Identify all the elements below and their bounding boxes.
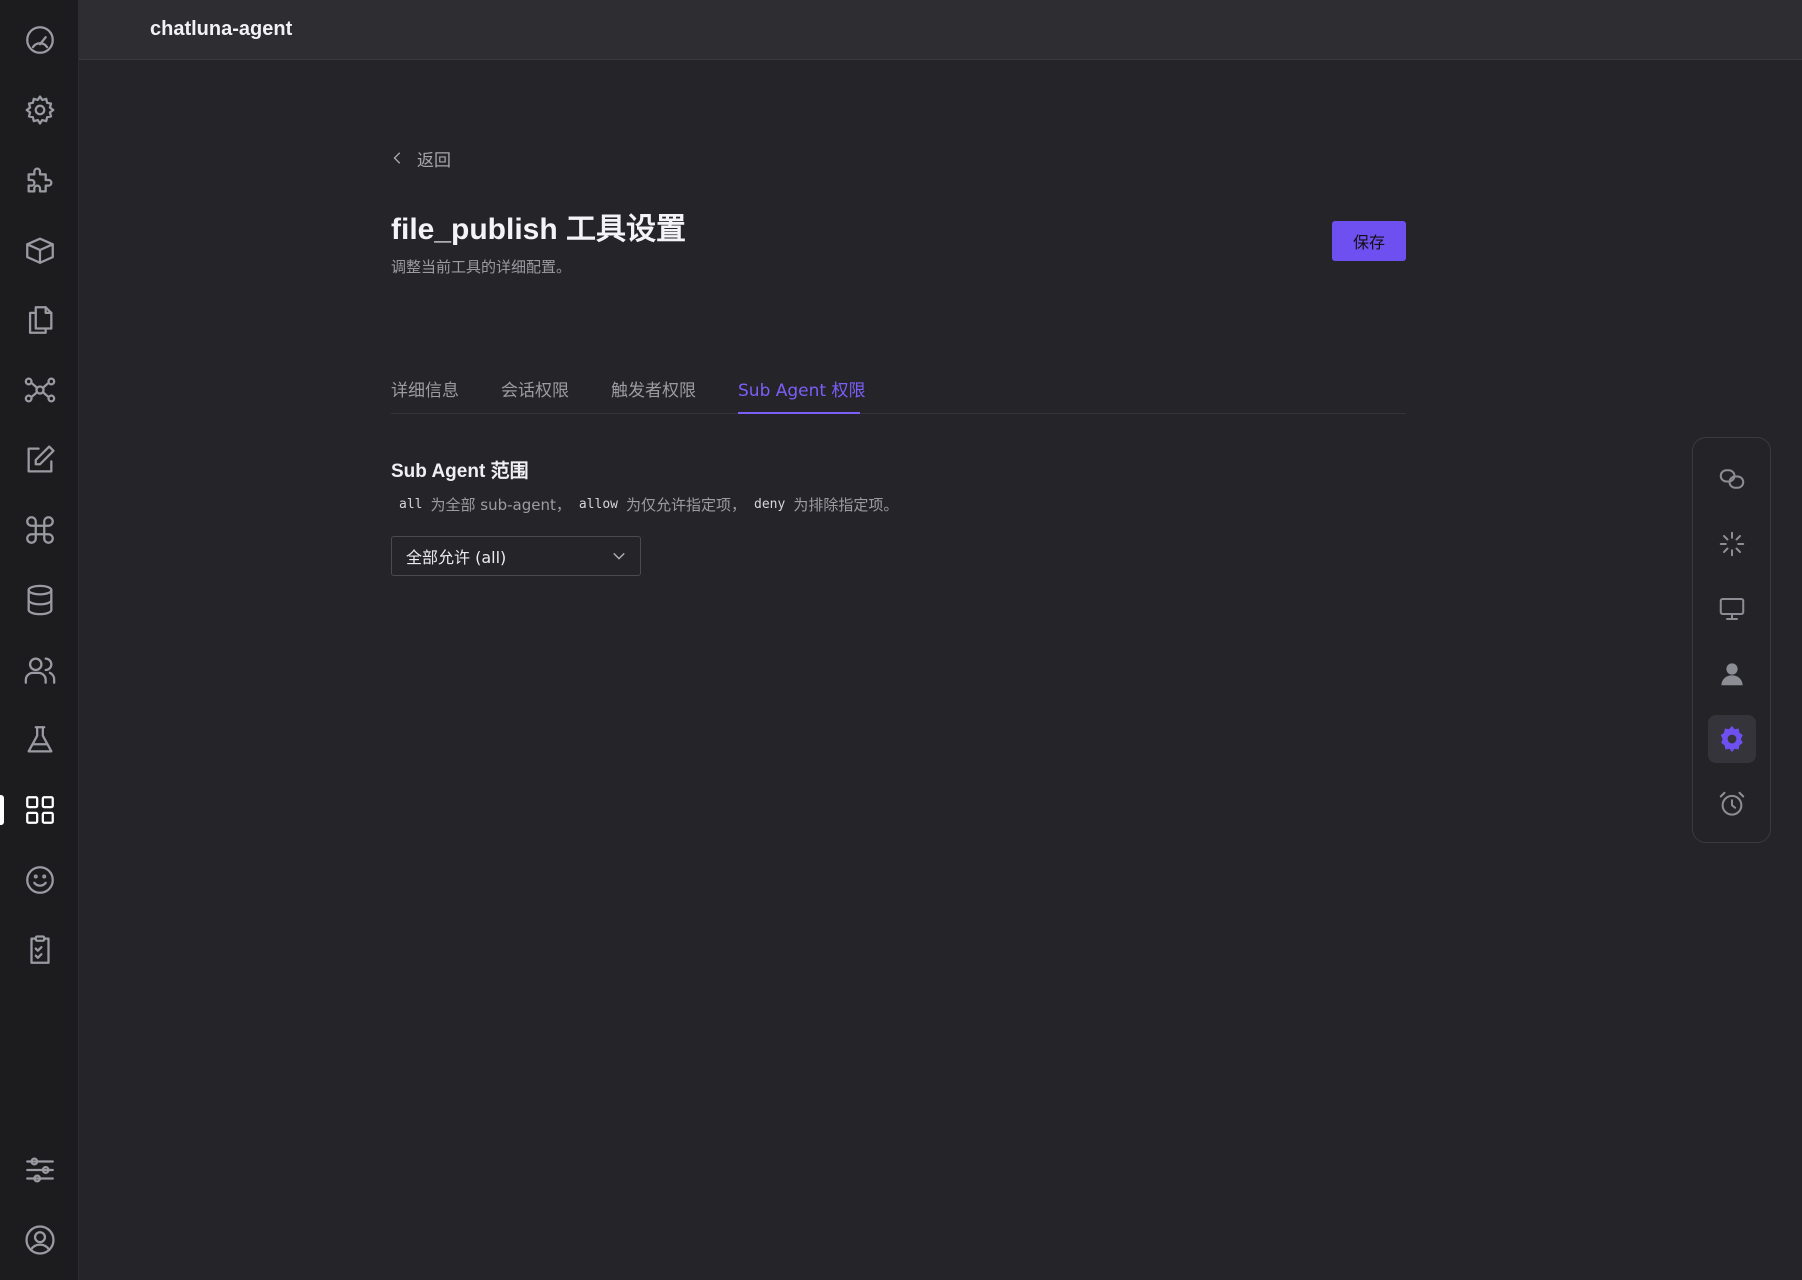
- alarm-clock-icon: [1719, 791, 1745, 816]
- activity-tasks[interactable]: [0, 922, 79, 978]
- monitor-icon: [1719, 598, 1745, 620]
- code-allow: allow: [578, 497, 618, 512]
- back-label: 返回: [417, 150, 451, 171]
- activity-editor[interactable]: [0, 432, 79, 488]
- package-box-icon: [25, 237, 54, 264]
- right-person-button[interactable]: [1708, 650, 1756, 698]
- tab-sub-agent-permission[interactable]: Sub Agent 权限: [738, 376, 865, 401]
- gear-icon: [25, 95, 54, 125]
- activity-users[interactable]: [0, 642, 79, 698]
- chevron-down-icon: [613, 552, 625, 560]
- right-toolbar: [1692, 437, 1771, 843]
- app-title: chatluna-agent: [150, 18, 293, 40]
- desc-text-1: 为全部 sub-agent，: [430, 496, 571, 514]
- dashboard-gauge-icon: [25, 26, 54, 54]
- command-icon: [25, 516, 54, 544]
- active-tab-indicator: [738, 412, 860, 414]
- activity-graph[interactable]: [0, 362, 79, 418]
- tab-details[interactable]: 详细信息: [391, 376, 459, 401]
- account-icon: [24, 1225, 55, 1255]
- loading-spinner-icon: [1719, 531, 1745, 557]
- sliders-icon: [25, 1157, 54, 1183]
- activity-account[interactable]: [0, 1212, 79, 1268]
- right-loading-button[interactable]: [1708, 520, 1756, 568]
- right-link-button[interactable]: [1708, 455, 1756, 503]
- activity-dashboard[interactable]: [0, 12, 79, 68]
- section-title: Sub Agent 范围: [391, 461, 529, 482]
- puzzle-icon: [27, 167, 52, 193]
- activity-preferences[interactable]: [0, 1142, 79, 1198]
- smiley-icon: [25, 866, 54, 894]
- settings-cog-icon: [1720, 725, 1743, 753]
- activity-commands[interactable]: [0, 502, 79, 558]
- sub-agent-scope-select[interactable]: 全部允许 (all): [391, 536, 641, 576]
- activity-emoji[interactable]: [0, 852, 79, 908]
- code-all: all: [399, 497, 423, 512]
- tab-trigger-permission[interactable]: 触发者权限: [611, 376, 696, 401]
- flask-icon: [27, 726, 52, 753]
- activity-settings[interactable]: [0, 82, 79, 138]
- link-chain-icon: [1719, 469, 1745, 489]
- activity-bar: [0, 0, 79, 1280]
- users-icon: [24, 657, 55, 684]
- back-link[interactable]: 返回: [391, 146, 451, 171]
- edit-icon: [27, 445, 55, 473]
- code-deny: deny: [754, 497, 786, 512]
- topbar: chatluna-agent: [79, 0, 1802, 60]
- right-display-button[interactable]: [1708, 585, 1756, 633]
- activity-files[interactable]: [0, 292, 79, 348]
- apps-grid-icon: [25, 796, 54, 824]
- desc-text-3: 为排除指定项。: [793, 496, 899, 514]
- right-settings-button[interactable]: [1708, 715, 1756, 763]
- activity-lab[interactable]: [0, 712, 79, 768]
- activity-database[interactable]: [0, 572, 79, 628]
- right-schedule-button[interactable]: [1708, 780, 1756, 828]
- page-title: file_publish 工具设置: [391, 213, 687, 246]
- section-description: all 为全部 sub-agent， allow 为仅允许指定项， deny 为…: [391, 494, 898, 515]
- files-icon: [28, 306, 52, 334]
- select-value: 全部允许 (all): [406, 548, 507, 567]
- save-button[interactable]: 保存: [1332, 221, 1406, 261]
- clipboard-check-icon: [29, 935, 50, 964]
- desc-text-2: 为仅允许指定项，: [625, 496, 746, 514]
- network-graph-icon: [24, 377, 55, 403]
- tab-bar: 详细信息 会话权限 触发者权限 Sub Agent 权限: [391, 366, 1406, 414]
- activity-plugins[interactable]: [0, 152, 79, 208]
- person-icon: [1721, 663, 1743, 686]
- tab-session-permission[interactable]: 会话权限: [501, 376, 569, 401]
- activity-market[interactable]: [0, 222, 79, 278]
- activity-apps[interactable]: [0, 782, 79, 838]
- page-subtitle: 调整当前工具的详细配置。: [391, 258, 572, 276]
- database-icon: [27, 584, 52, 616]
- chevron-left-icon: [393, 152, 401, 164]
